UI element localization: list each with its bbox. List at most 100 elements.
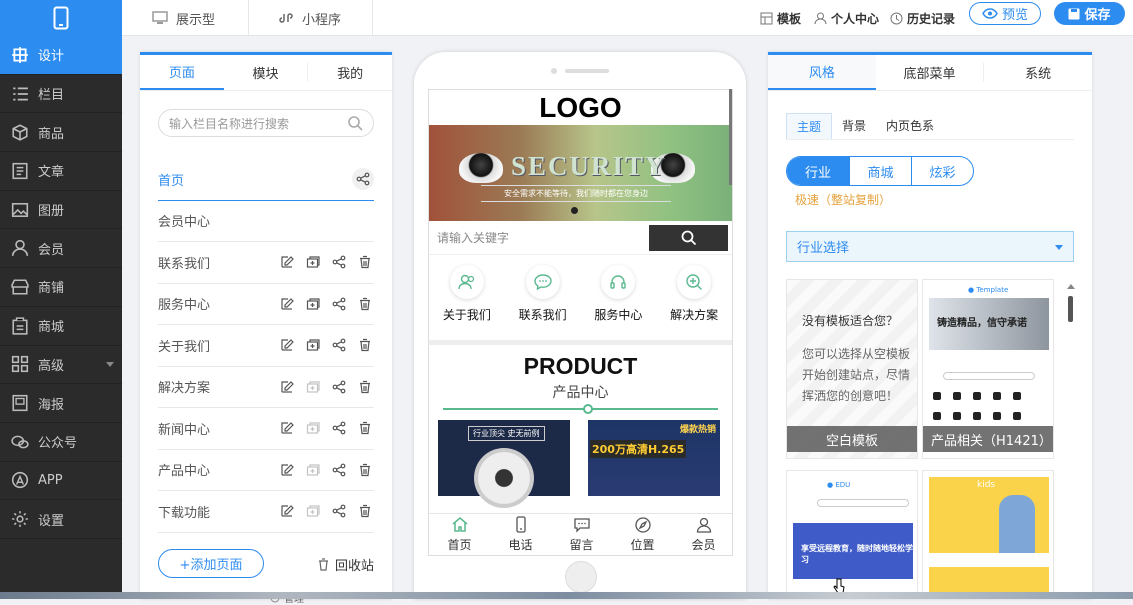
share-icon[interactable] <box>330 336 348 354</box>
page-row[interactable]: 首页 <box>158 159 374 201</box>
sub-tab-theme[interactable]: 主题 <box>786 113 833 139</box>
copy-icon[interactable] <box>304 253 322 271</box>
page-search-input[interactable]: 输入栏目名称进行搜索 <box>158 109 374 137</box>
template-card-edu[interactable]: ● EDU 享受远程教育，随时随地轻松学习 <box>786 470 918 599</box>
phone-tab-message[interactable]: 留言 <box>551 514 612 555</box>
edit-icon[interactable] <box>278 419 296 437</box>
product-card-1[interactable]: 行业顶尖 史无前例 <box>438 420 570 508</box>
edit-icon[interactable] <box>278 253 296 271</box>
copy-icon[interactable] <box>304 419 322 437</box>
edit-icon[interactable] <box>278 502 296 520</box>
site-search-button[interactable] <box>649 224 728 251</box>
site-search-bar[interactable]: 请输入关键字 <box>429 221 732 255</box>
phone-scrollbar[interactable] <box>729 89 732 185</box>
add-page-button[interactable]: +添加页面 <box>158 549 264 578</box>
template-scroll-up[interactable] <box>1067 284 1075 289</box>
sidebar-item-app[interactable]: APP <box>0 462 122 501</box>
phone-home-button[interactable] <box>565 561 597 593</box>
share-icon[interactable] <box>352 168 374 191</box>
sub-tab-inner-color[interactable]: 内页色系 <box>876 113 944 139</box>
tab-modules[interactable]: 模块 <box>224 63 309 82</box>
copy-icon[interactable] <box>304 295 322 313</box>
trash-icon[interactable] <box>356 461 374 479</box>
site-logo[interactable]: LOGO <box>429 90 732 125</box>
nav-solutions[interactable]: 解决方案 <box>656 265 732 340</box>
page-row[interactable]: 产品中心 <box>158 450 374 491</box>
share-icon[interactable] <box>330 502 348 520</box>
save-button[interactable]: 保存 <box>1054 2 1125 25</box>
sub-tab-background[interactable]: 背景 <box>832 113 876 139</box>
miniprogram-mode-tab[interactable]: 小程序 <box>278 0 341 36</box>
share-icon[interactable] <box>330 378 348 396</box>
edit-icon[interactable] <box>278 336 296 354</box>
trash-icon[interactable] <box>356 378 374 396</box>
sidebar-item-poster[interactable]: 海报 <box>0 384 122 423</box>
page-row[interactable]: 解决方案 <box>158 367 374 408</box>
nav-service-center[interactable]: 服务中心 <box>581 265 657 340</box>
sidebar-item-shop[interactable]: 商铺 <box>0 268 122 307</box>
speed-copy-note[interactable]: 极速（整站复制） <box>795 191 891 208</box>
nav-contact-us[interactable]: 联系我们 <box>505 265 581 340</box>
phone-logo-button[interactable] <box>0 0 122 36</box>
tab-system[interactable]: 系统 <box>984 55 1092 90</box>
page-row[interactable]: 下载功能 <box>158 491 374 533</box>
personal-center-link[interactable]: 个人中心 <box>814 0 879 36</box>
recycle-bin-button[interactable]: 回收站 <box>318 555 374 574</box>
page-row[interactable]: 服务中心 <box>158 284 374 325</box>
tab-bottom-menu[interactable]: 底部菜单 <box>876 63 985 82</box>
template-card-kids[interactable]: kids <box>922 470 1054 599</box>
template-link[interactable]: 模板 <box>760 0 801 36</box>
copy-icon[interactable] <box>304 378 322 396</box>
sidebar-item-image[interactable]: 图册 <box>0 191 122 230</box>
segment-mall[interactable]: 商城 <box>849 157 911 185</box>
phone-tab-compass[interactable]: 位置 <box>612 514 673 555</box>
trash-icon[interactable] <box>356 336 374 354</box>
page-row[interactable]: 会员中心 <box>158 201 374 242</box>
product-card-2[interactable]: 爆款热销 200万高清H.265 <box>588 420 720 496</box>
segment-colorful[interactable]: 炫彩 <box>911 157 973 185</box>
sidebar-item-grid[interactable]: 高级 <box>0 346 122 385</box>
copy-icon[interactable] <box>304 336 322 354</box>
copy-icon[interactable] <box>304 461 322 479</box>
share-icon[interactable] <box>330 295 348 313</box>
tab-mine[interactable]: 我的 <box>308 55 392 90</box>
sidebar-item-wechat[interactable]: 公众号 <box>0 423 122 462</box>
sidebar-item-mall[interactable]: 商城 <box>0 307 122 346</box>
share-icon[interactable] <box>330 419 348 437</box>
share-icon[interactable] <box>330 461 348 479</box>
industry-select[interactable]: 行业选择 <box>786 231 1074 262</box>
template-card-h1421[interactable]: ● Template 铸造精品，信守承诺 产品相关（H1421） <box>922 279 1054 459</box>
sidebar-item-article[interactable]: 文章 <box>0 152 122 191</box>
sidebar-item-user[interactable]: 会员 <box>0 229 122 269</box>
edit-icon[interactable] <box>278 461 296 479</box>
page-row[interactable]: 新闻中心 <box>158 408 374 450</box>
phone-tab-member[interactable]: 会员 <box>673 514 732 555</box>
phone-tab-mobile[interactable]: 电话 <box>490 514 551 555</box>
edit-icon[interactable] <box>278 295 296 313</box>
sidebar-item-design[interactable]: 设计 <box>0 36 122 75</box>
share-icon[interactable] <box>330 253 348 271</box>
trash-icon[interactable] <box>356 295 374 313</box>
carousel-dot[interactable] <box>571 207 578 214</box>
preview-button[interactable]: 预览 <box>969 2 1041 25</box>
search-icon[interactable] <box>348 116 363 131</box>
copy-icon[interactable] <box>304 502 322 520</box>
phone-tab-home[interactable]: 首页 <box>429 514 490 555</box>
trash-icon[interactable] <box>356 419 374 437</box>
banner-carousel[interactable]: SECURITY 安全需求不能等待，我们随时都在您身边 <box>429 125 732 221</box>
blank-template-card[interactable]: 没有模板适合您？ 您可以选择从空模板开始创建站点，尽情挥洒您的创意吧！ 空白模板 <box>786 279 918 459</box>
history-link[interactable]: 历史记录 <box>890 0 955 36</box>
sidebar-item-box[interactable]: 商品 <box>0 113 122 153</box>
trash-icon[interactable] <box>356 502 374 520</box>
template-scrollbar[interactable] <box>1068 296 1073 322</box>
page-row[interactable]: 联系我们 <box>158 242 374 284</box>
tab-pages[interactable]: 页面 <box>140 55 224 90</box>
edit-icon[interactable] <box>278 378 296 396</box>
sidebar-item-list[interactable]: 栏目 <box>0 75 122 114</box>
nav-about-us[interactable]: 关于我们 <box>429 265 505 340</box>
segment-industry[interactable]: 行业 <box>787 157 849 185</box>
tab-style[interactable]: 风格 <box>768 55 876 90</box>
trash-icon[interactable] <box>356 253 374 271</box>
page-row[interactable]: 关于我们 <box>158 325 374 367</box>
sidebar-item-gear[interactable]: 设置 <box>0 500 122 539</box>
